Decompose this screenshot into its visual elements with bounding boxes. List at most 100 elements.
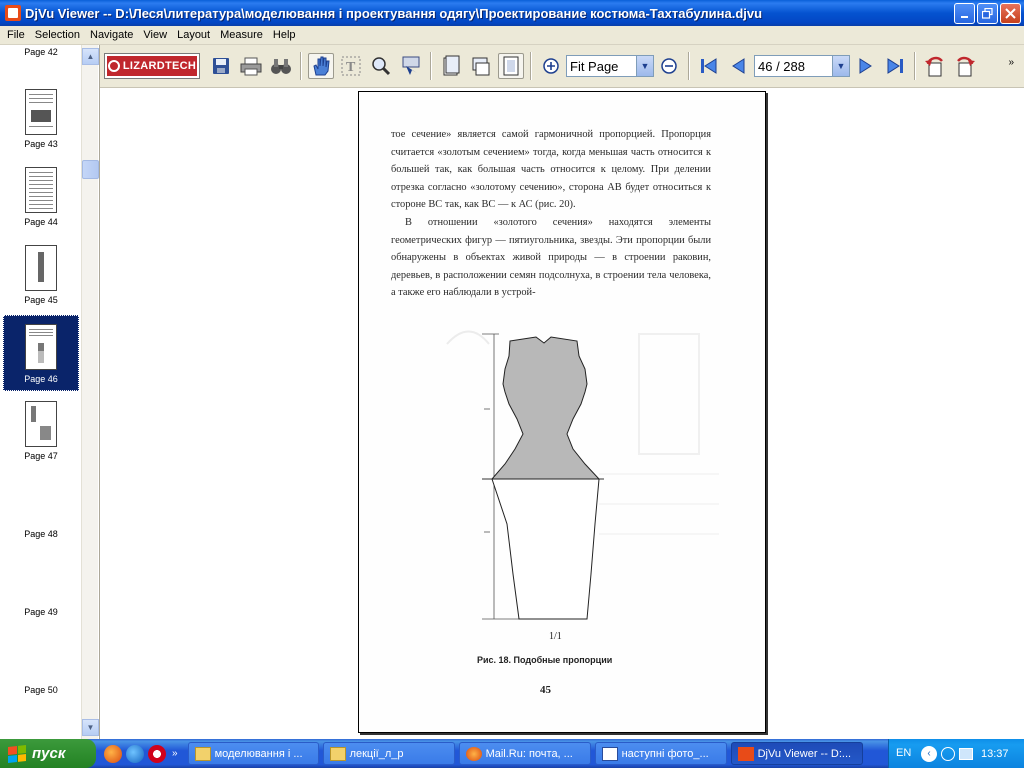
text-select-icon: T xyxy=(341,56,361,76)
network-icon[interactable] xyxy=(941,746,955,761)
taskbar-button-label: лекції_л_р xyxy=(349,747,404,760)
title-bar[interactable]: DjVu Viewer -- D:\Леся\литература\моделю… xyxy=(0,0,1024,26)
toolbar-separator xyxy=(914,52,916,80)
minimize-button[interactable] xyxy=(954,3,975,24)
toolbar-overflow-icon[interactable]: » xyxy=(1008,57,1014,68)
document-view[interactable]: тое сечение» является самой гармоничной … xyxy=(100,89,1024,739)
rotate-right-icon xyxy=(957,56,975,77)
thumbnail-label: Page 50 xyxy=(24,685,58,695)
page-value: 46 / 288 xyxy=(758,58,805,74)
thumbnail-page-50[interactable]: Page 50 xyxy=(3,633,79,709)
rotate-left-button[interactable] xyxy=(922,53,948,79)
window-title: DjVu Viewer -- D:\Леся\литература\моделю… xyxy=(25,5,763,21)
single-page-icon xyxy=(443,55,460,76)
thumbnail-image xyxy=(25,635,57,681)
facing-pages-button[interactable] xyxy=(498,53,524,79)
text-select-button[interactable]: T xyxy=(338,53,364,79)
thumbnail-image xyxy=(25,479,57,525)
close-button[interactable] xyxy=(1000,3,1021,24)
zoom-in-button[interactable] xyxy=(538,53,564,79)
maximize-button[interactable] xyxy=(977,3,998,24)
opera-icon[interactable] xyxy=(148,744,166,763)
taskbar-button-folder-1[interactable]: моделювання і ... xyxy=(187,742,319,765)
menu-help[interactable]: Help xyxy=(268,29,301,41)
internet-explorer-icon[interactable] xyxy=(126,744,144,763)
toolbar-separator xyxy=(530,52,532,80)
lizardtech-mark-icon xyxy=(107,60,120,72)
thumbnail-page-42[interactable]: Page 42 xyxy=(3,45,79,71)
thumbnail-scrollbar[interactable]: ▲ ▼ xyxy=(81,45,99,739)
word-icon xyxy=(601,746,618,761)
thumbnail-image xyxy=(25,89,57,135)
thumbnail-label: Page 42 xyxy=(24,47,58,57)
thumbnail-page-47[interactable]: Page 47 xyxy=(3,399,79,475)
single-page-button[interactable] xyxy=(438,53,464,79)
zoom-in-icon xyxy=(543,58,559,74)
thumbnail-label: Page 48 xyxy=(24,529,58,539)
scroll-down-button[interactable]: ▼ xyxy=(82,719,99,736)
firefox-icon[interactable] xyxy=(104,744,122,763)
thumbnail-page-49[interactable]: Page 49 xyxy=(3,555,79,631)
down-arrow-icon: ▼ xyxy=(86,723,95,732)
continuous-button[interactable] xyxy=(468,53,494,79)
thumbnail-pane: Page 42 Page 43 Page 44 Page 45 Page 46 xyxy=(0,45,100,739)
first-page-button[interactable] xyxy=(696,53,722,79)
thumbnail-page-44[interactable]: Page 44 xyxy=(3,165,79,241)
menu-navigate[interactable]: Navigate xyxy=(85,29,138,41)
scrollbar-thumb[interactable] xyxy=(82,160,99,179)
menu-layout[interactable]: Layout xyxy=(172,29,215,41)
clock[interactable]: 13:37 xyxy=(981,748,1009,760)
paragraph-1: тое сечение» является самой гармоничной … xyxy=(391,129,711,211)
taskbar-button-firefox[interactable]: Mail.Ru: почта, ... xyxy=(458,742,591,765)
language-indicator[interactable]: EN xyxy=(896,747,911,759)
menu-selection[interactable]: Selection xyxy=(30,29,85,41)
save-button[interactable] xyxy=(208,53,234,79)
logo-text: LIZARDTECH xyxy=(122,60,197,72)
menu-measure[interactable]: Measure xyxy=(215,29,268,41)
start-button[interactable]: пуск xyxy=(0,739,96,768)
save-icon xyxy=(213,58,229,74)
thumbnail-page-46[interactable]: Page 46 xyxy=(3,315,79,391)
menu-bar: File Selection Navigate View Layout Meas… xyxy=(0,26,1024,45)
chevron-down-icon[interactable]: ▼ xyxy=(636,56,653,76)
zoom-out-button[interactable] xyxy=(656,53,682,79)
chevron-down-icon[interactable]: ▼ xyxy=(832,56,849,76)
dress-figure xyxy=(446,330,719,620)
zoom-tool-button[interactable] xyxy=(368,53,394,79)
thumbnail-page-45[interactable]: Page 45 xyxy=(3,243,79,319)
next-page-button[interactable] xyxy=(852,53,878,79)
scroll-up-button[interactable]: ▲ xyxy=(82,48,99,65)
paragraph-2: В отношении «золотого сечения» находятся… xyxy=(391,216,711,299)
select-region-button[interactable] xyxy=(398,53,424,79)
taskbar-button-label: DjVu Viewer -- D:... xyxy=(757,747,852,760)
folder-icon xyxy=(329,746,346,761)
quick-launch-overflow-icon[interactable]: » xyxy=(172,748,178,759)
thumbnail-page-43[interactable]: Page 43 xyxy=(3,87,79,163)
document-page: тое сечение» является самой гармоничной … xyxy=(358,91,766,733)
lizardtech-logo[interactable]: LIZARDTECH xyxy=(104,53,200,79)
thumbnail-image xyxy=(25,245,57,291)
taskbar-button-label: моделювання і ... xyxy=(214,747,303,760)
taskbar-button-djvu[interactable]: DjVu Viewer -- D:... xyxy=(730,742,863,765)
previous-page-button[interactable] xyxy=(726,53,752,79)
start-label: пуск xyxy=(32,745,66,762)
close-icon xyxy=(1005,8,1016,19)
continuous-pages-icon xyxy=(472,57,490,76)
rotate-right-button[interactable] xyxy=(952,53,978,79)
print-button[interactable] xyxy=(238,53,264,79)
region-select-icon xyxy=(402,56,420,75)
find-button[interactable] xyxy=(268,53,294,79)
thumbnail-image xyxy=(25,557,57,603)
last-page-button[interactable] xyxy=(882,53,908,79)
menu-file[interactable]: File xyxy=(2,29,30,41)
menu-view[interactable]: View xyxy=(138,29,172,41)
thumbnail-page-48[interactable]: Page 48 xyxy=(3,477,79,553)
monitor-icon[interactable] xyxy=(959,747,973,760)
taskbar-button-folder-2[interactable]: лекції_л_р xyxy=(322,742,455,765)
zoom-select[interactable]: Fit Page ▼ xyxy=(566,55,654,77)
taskbar-button-word[interactable]: наступні фото_... xyxy=(594,742,727,765)
hand-tool-button[interactable] xyxy=(308,53,334,79)
page-select[interactable]: 46 / 288 ▼ xyxy=(754,55,850,77)
thumbnail-label: Page 44 xyxy=(24,217,58,227)
chevron-left-icon[interactable]: ‹ xyxy=(921,745,937,762)
